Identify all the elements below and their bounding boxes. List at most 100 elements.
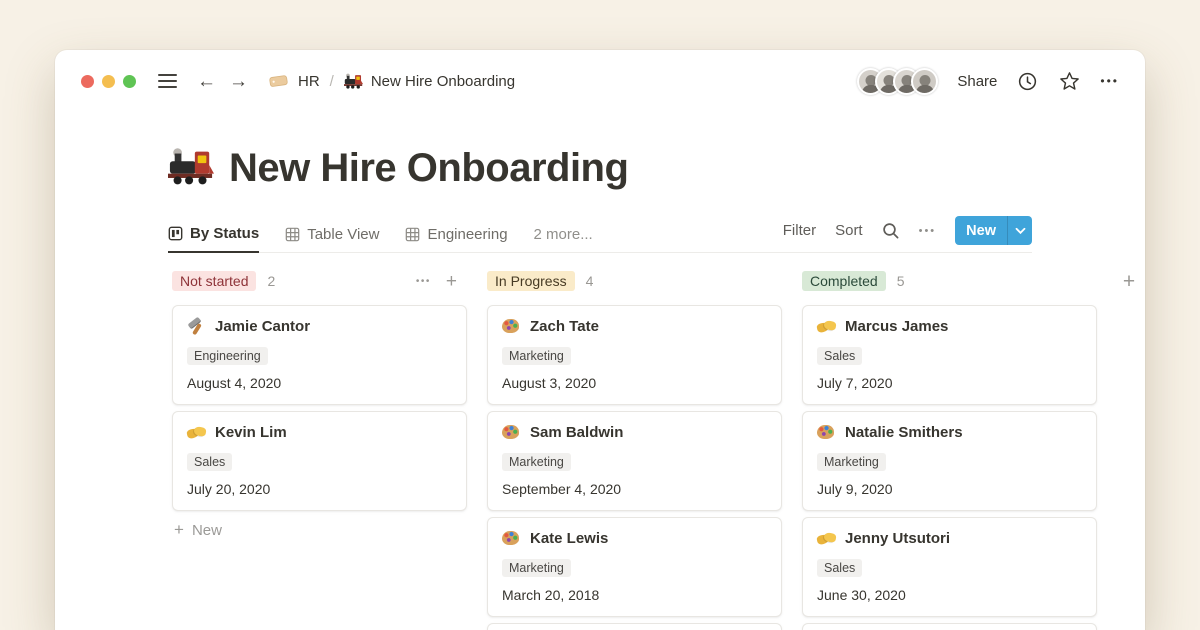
view-tabs: By Status Table View Engineering 2 more.… (168, 225, 593, 252)
column-menu-icon[interactable]: ••• (416, 276, 431, 287)
chevron-down-icon (1015, 227, 1026, 235)
board-card-clipped[interactable]: Shawn Nest (487, 623, 782, 630)
board-view-icon (168, 226, 183, 241)
start-date: July 9, 2020 (817, 481, 1082, 497)
board-card[interactable]: Natalie Smithers Marketing July 9, 2020 (802, 411, 1097, 511)
search-icon[interactable] (882, 222, 900, 240)
kanban-board: Not started 2 ••• + Jamie Cantor Enginee… (172, 269, 1145, 630)
star-favorite-icon[interactable] (1058, 70, 1081, 93)
department-tag: Marketing (502, 453, 571, 471)
forward-arrow-icon[interactable]: → (229, 72, 248, 91)
start-date: June 30, 2020 (817, 587, 1082, 603)
filter-button[interactable]: Filter (783, 222, 816, 239)
card-title: Natalie Smithers (845, 424, 963, 441)
table-view-icon (285, 227, 300, 242)
department-tag: Sales (817, 347, 862, 365)
new-record-button[interactable]: New (955, 216, 1032, 245)
view-bar: By Status Table View Engineering 2 more.… (168, 215, 1032, 253)
breadcrumb: HR / New Hire Onboarding (268, 73, 515, 90)
board-card[interactable]: Zach Tate Marketing August 3, 2020 (487, 305, 782, 405)
board-card-clipped[interactable]: Matt M (802, 623, 1097, 630)
department-tag: Marketing (502, 559, 571, 577)
palette-icon (817, 423, 836, 442)
board-card[interactable]: Marcus James Sales July 7, 2020 (802, 305, 1097, 405)
traffic-lights (81, 75, 136, 88)
column-header: Completed 5 (802, 269, 1097, 293)
start-date: September 4, 2020 (502, 481, 767, 497)
card-title: Zach Tate (530, 318, 599, 335)
breadcrumb-page[interactable]: New Hire Onboarding (371, 73, 515, 90)
share-button[interactable]: Share (957, 73, 997, 90)
status-badge[interactable]: In Progress (487, 271, 575, 291)
locomotive-icon (344, 73, 363, 89)
page-header: New Hire Onboarding (168, 146, 1032, 191)
board-card[interactable]: Kevin Lim Sales July 20, 2020 (172, 411, 467, 511)
start-date: July 20, 2020 (187, 481, 452, 497)
new-record-dropdown[interactable] (1007, 216, 1032, 245)
board-card[interactable]: Sam Baldwin Marketing September 4, 2020 (487, 411, 782, 511)
tab-table-view[interactable]: Table View (285, 226, 379, 252)
card-title: Kevin Lim (215, 424, 287, 441)
label-tag-icon (268, 73, 290, 89)
card-title: Jamie Cantor (215, 318, 310, 335)
board-card[interactable]: Kate Lewis Marketing March 20, 2018 (487, 517, 782, 617)
menu-icon[interactable] (158, 74, 177, 89)
department-tag: Sales (187, 453, 232, 471)
status-badge[interactable]: Completed (802, 271, 886, 291)
status-badge[interactable]: Not started (172, 271, 256, 291)
avatar[interactable] (911, 68, 938, 95)
palette-icon (502, 423, 521, 442)
card-title: Marcus James (845, 318, 948, 335)
card-title: Kate Lewis (530, 530, 608, 547)
more-options-icon[interactable]: ••• (1100, 74, 1119, 88)
close-window-button[interactable] (81, 75, 94, 88)
tab-engineering[interactable]: Engineering (405, 226, 507, 252)
department-tag: Sales (817, 559, 862, 577)
column-count: 2 (267, 273, 275, 289)
column-add-icon[interactable]: + (446, 272, 457, 291)
column-header: In Progress 4 (487, 269, 782, 293)
plus-icon: + (174, 520, 184, 540)
card-title: Sam Baldwin (530, 424, 623, 441)
start-date: August 4, 2020 (187, 375, 452, 391)
handshake-icon (817, 317, 836, 336)
more-views-link[interactable]: 2 more... (534, 226, 593, 252)
department-tag: Engineering (187, 347, 268, 365)
add-card-button[interactable]: + New (172, 520, 467, 540)
topbar-actions: Share ••• (857, 68, 1119, 95)
board-column-in-progress: In Progress 4 Zach Tate Marketing August… (487, 269, 782, 630)
clock-history-icon[interactable] (1016, 70, 1039, 93)
new-record-label[interactable]: New (955, 216, 1007, 245)
minimize-window-button[interactable] (102, 75, 115, 88)
app-window: ← → HR / New Hir (55, 50, 1145, 630)
column-count: 5 (897, 273, 905, 289)
column-header: Not started 2 ••• + (172, 269, 467, 293)
page-title[interactable]: New Hire Onboarding (229, 146, 628, 191)
tab-by-status[interactable]: By Status (168, 225, 259, 253)
zoom-window-button[interactable] (123, 75, 136, 88)
palette-icon (502, 317, 521, 336)
breadcrumb-workspace[interactable]: HR (298, 73, 320, 90)
sort-button[interactable]: Sort (835, 222, 863, 239)
palette-icon (502, 529, 521, 548)
add-group-button[interactable]: + (1117, 270, 1141, 294)
hammer-icon (187, 317, 206, 336)
window-topbar: ← → HR / New Hir (55, 50, 1145, 112)
board-column-completed: Completed 5 Marcus James Sales July 7, 2… (802, 269, 1097, 630)
card-title: Jenny Utsutori (845, 530, 950, 547)
view-actions: Filter Sort ••• New (783, 216, 1032, 252)
back-arrow-icon[interactable]: ← (197, 72, 216, 91)
board-card[interactable]: Jamie Cantor Engineering August 4, 2020 (172, 305, 467, 405)
department-tag: Marketing (817, 453, 886, 471)
start-date: August 3, 2020 (502, 375, 767, 391)
handshake-icon (187, 423, 206, 442)
start-date: March 20, 2018 (502, 587, 767, 603)
collaborator-avatars[interactable] (857, 68, 938, 95)
column-count: 4 (586, 273, 594, 289)
department-tag: Marketing (502, 347, 571, 365)
page-locomotive-icon (168, 146, 214, 191)
view-more-options-icon[interactable]: ••• (919, 225, 937, 237)
board-card[interactable]: Jenny Utsutori Sales June 30, 2020 (802, 517, 1097, 617)
start-date: July 7, 2020 (817, 375, 1082, 391)
breadcrumb-separator: / (330, 73, 334, 90)
